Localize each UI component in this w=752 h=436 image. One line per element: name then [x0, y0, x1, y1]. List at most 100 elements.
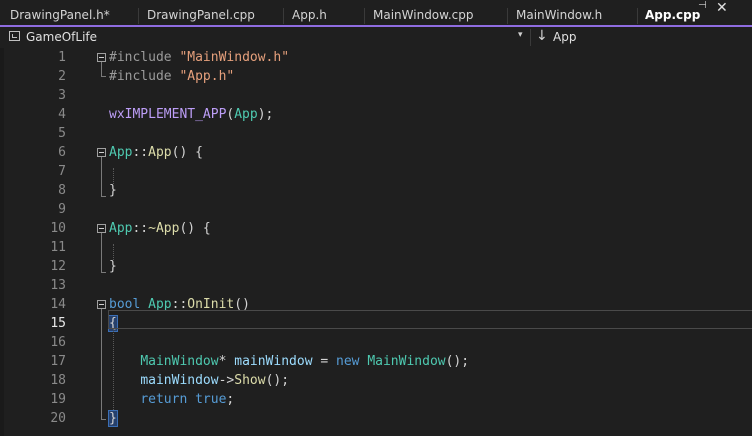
code-token: wxIMPLEMENT_APP	[109, 107, 227, 122]
collapse-icon[interactable]	[97, 53, 106, 62]
line-number: 3	[58, 88, 66, 103]
code-token: ~App	[148, 221, 180, 236]
project-selector[interactable]: GameOfLife	[26, 30, 97, 44]
code-token: #include	[109, 50, 180, 65]
collapse-icon[interactable]	[97, 148, 106, 157]
code-line[interactable]: 5	[0, 124, 752, 143]
fold-guide	[101, 76, 106, 77]
code-line[interactable]: 6 App::App() {	[0, 143, 752, 162]
tab-drawingpanel-h[interactable]: DrawingPanel.h*	[10, 6, 110, 25]
code-text: MainWindow* mainWindow = new MainWindow(…	[109, 352, 469, 371]
code-token: true	[195, 392, 227, 407]
code-token: App	[109, 221, 133, 236]
line-number: 11	[50, 240, 66, 255]
line-number: 1	[58, 50, 66, 65]
code-line[interactable]: 9	[0, 200, 752, 219]
indent-guide	[113, 328, 114, 410]
code-token: App	[148, 145, 172, 160]
code-text: return true;	[109, 390, 234, 409]
code-token: ->	[218, 373, 235, 388]
line-number: 17	[50, 354, 66, 369]
navigation-bar: GameOfLife ▾ ↓ App	[0, 27, 752, 49]
collapse-icon[interactable]	[97, 300, 106, 309]
code-token: "App.h"	[179, 69, 235, 84]
line-number: 4	[58, 107, 66, 122]
fold-guide	[101, 62, 102, 77]
line-number: 20	[50, 411, 66, 426]
collapse-icon[interactable]	[97, 224, 106, 233]
tab-mainwindow-cpp[interactable]: MainWindow.cpp	[373, 6, 474, 25]
code-token: mainWindow	[234, 354, 313, 369]
code-text: App::App() {	[109, 143, 203, 162]
pin-tab-icon[interactable]: ⊣	[698, 0, 707, 11]
code-line[interactable]: 1 #include "MainWindow.h"	[0, 48, 752, 67]
code-token: =	[312, 354, 337, 369]
code-token: MainWindow	[140, 354, 219, 369]
code-token: #include	[109, 69, 180, 84]
tab-separator	[138, 8, 139, 24]
code-line[interactable]: 13	[0, 276, 752, 295]
tab-separator	[364, 8, 365, 24]
code-line[interactable]: 20}	[0, 409, 752, 428]
tab-app-h[interactable]: App.h	[292, 6, 327, 25]
code-token: App	[234, 107, 258, 122]
code-token: }	[108, 410, 118, 427]
project-icon	[9, 31, 20, 41]
line-number: 9	[58, 202, 66, 217]
indent-guide	[113, 168, 114, 186]
code-token: "MainWindow.h"	[179, 50, 290, 65]
current-line-highlight	[108, 310, 752, 329]
code-token: () {	[171, 145, 203, 160]
line-number: 8	[58, 183, 66, 198]
code-token: App	[109, 145, 133, 160]
tab-label: App.cpp	[645, 8, 701, 22]
code-token: mainWindow	[140, 373, 219, 388]
code-token: ;	[226, 392, 235, 407]
code-line[interactable]: 2 #include "App.h"	[0, 67, 752, 86]
code-token: ();	[445, 354, 470, 369]
fold-guide	[101, 272, 106, 273]
code-token: );	[257, 107, 274, 122]
chevron-down-icon[interactable]: ▾	[518, 30, 523, 40]
tab-separator	[507, 8, 508, 24]
code-text: wxIMPLEMENT_APP(App);	[109, 105, 273, 124]
tab-drawingpanel-cpp[interactable]: DrawingPanel.cpp	[147, 6, 255, 25]
scope-arrow-icon: ↓	[536, 28, 548, 44]
line-number: 15	[50, 316, 66, 331]
line-number: 12	[50, 259, 66, 274]
tab-mainwindow-h[interactable]: MainWindow.h	[516, 6, 602, 25]
code-token: MainWindow	[367, 354, 446, 369]
code-text: #include "MainWindow.h"	[109, 48, 289, 67]
code-line[interactable]: 10 App::~App() {	[0, 219, 752, 238]
line-number: 6	[58, 145, 66, 160]
nav-divider	[530, 29, 531, 46]
member-selector[interactable]: App	[553, 30, 576, 44]
code-editor[interactable]: 1 #include "MainWindow.h" 2 #include "App.h…	[0, 48, 752, 436]
line-number: 2	[58, 69, 66, 84]
tab-separator	[637, 8, 638, 24]
code-token: return	[140, 392, 196, 407]
indent-guide	[113, 244, 114, 262]
code-line[interactable]: 4 wxIMPLEMENT_APP(App);	[0, 105, 752, 124]
code-token: () {	[179, 221, 211, 236]
line-number: 19	[50, 392, 66, 407]
code-line[interactable]: 3	[0, 86, 752, 105]
tab-separator	[283, 8, 284, 24]
fold-guide	[101, 309, 102, 419]
code-text: App::~App() {	[109, 219, 211, 238]
code-text: #include "App.h"	[109, 67, 234, 86]
code-token: ::	[132, 145, 149, 160]
code-token: Show	[234, 373, 266, 388]
code-token: ::	[132, 221, 149, 236]
line-number: 14	[50, 297, 66, 312]
code-text: mainWindow->Show();	[109, 371, 289, 390]
code-token: *	[218, 354, 235, 369]
close-tab-icon[interactable]: ✕	[716, 0, 728, 16]
code-text: }	[108, 409, 118, 428]
line-number: 5	[58, 126, 66, 141]
code-token: ();	[265, 373, 290, 388]
line-number: 7	[58, 164, 66, 179]
fold-guide	[101, 196, 106, 197]
tab-app-cpp-active[interactable]: App.cpp	[640, 6, 752, 25]
line-number: 10	[50, 221, 66, 236]
